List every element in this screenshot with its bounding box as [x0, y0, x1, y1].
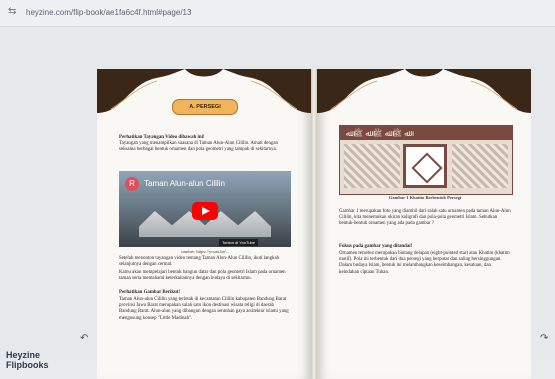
khatim-ornament-image: ﷲ ﷺ ﷲ ﷺ ﷲ ﷺ ﷲ — [339, 125, 513, 195]
tune-icon[interactable]: ⇆ — [8, 6, 20, 18]
play-icon[interactable] — [192, 202, 218, 220]
video-title[interactable]: Taman Alun-alun Cililin — [144, 179, 225, 188]
section-title-badge: A. PERSEGI — [172, 99, 238, 115]
right-paragraph-2: Ornamen tersebut merupakan bintang delap… — [339, 251, 510, 275]
heading-gambar: Perhatikan Gambar Berikut! — [119, 290, 181, 295]
right-heading: Fokus pada gambar yang ditandai! — [339, 244, 413, 249]
left-page[interactable]: A. PERSEGI Perhatikan Tayangan Video dib… — [97, 69, 311, 379]
flipbook-stage: A. PERSEGI Perhatikan Tayangan Video dib… — [0, 27, 555, 379]
paragraph-2: Setelah menonton tayangan video tentang … — [119, 256, 280, 268]
browser-url-bar[interactable]: ⇆ heyzine.com/flip-book/ae1fa6c4f.html#p… — [0, 0, 555, 27]
calligraphy-icon: ﷲ ﷺ ﷲ ﷺ ﷲ ﷺ ﷲ — [346, 129, 409, 138]
paragraph-4: Taman Alun-alun Cililin yang terletak di… — [119, 297, 289, 321]
ornament-arch-icon — [97, 69, 311, 113]
paragraph-3: Kamu akan mempelajari bentuk bangun data… — [119, 270, 286, 282]
youtube-video-player[interactable]: R Taman Alun-alun Cililin Tonton di YouT… — [119, 171, 291, 247]
watch-on-youtube-link[interactable]: Tonton di YouTube — [219, 239, 258, 246]
ornament-arch-icon — [317, 69, 531, 113]
figure-caption: Gambar 1 Khatim Berbentuk Persegi — [388, 195, 462, 200]
channel-avatar[interactable]: R — [125, 177, 139, 191]
right-page[interactable]: ﷲ ﷺ ﷲ ﷺ ﷲ ﷺ ﷲ Gambar 1 Khatim Berbentuk … — [317, 69, 531, 379]
video-source: sumber: https://youtu.be/... — [180, 249, 230, 254]
flipbook[interactable]: A. PERSEGI Perhatikan Tayangan Video dib… — [97, 69, 531, 379]
intro-paragraph: Tayangan yang menampilkan suasana di Tam… — [119, 141, 278, 153]
arrow-left-icon[interactable]: ↶ — [80, 333, 88, 344]
right-paragraph-1: Gambar 1 merupakan foto yang diambil dar… — [339, 209, 511, 227]
eight-point-star-icon — [403, 144, 447, 188]
arrow-right-icon[interactable]: ↷ — [540, 333, 548, 344]
heyzine-logo[interactable]: Heyzine Flipbooks — [6, 350, 49, 370]
url-text[interactable]: heyzine.com/flip-book/ae1fa6c4f.html#pag… — [26, 6, 191, 20]
